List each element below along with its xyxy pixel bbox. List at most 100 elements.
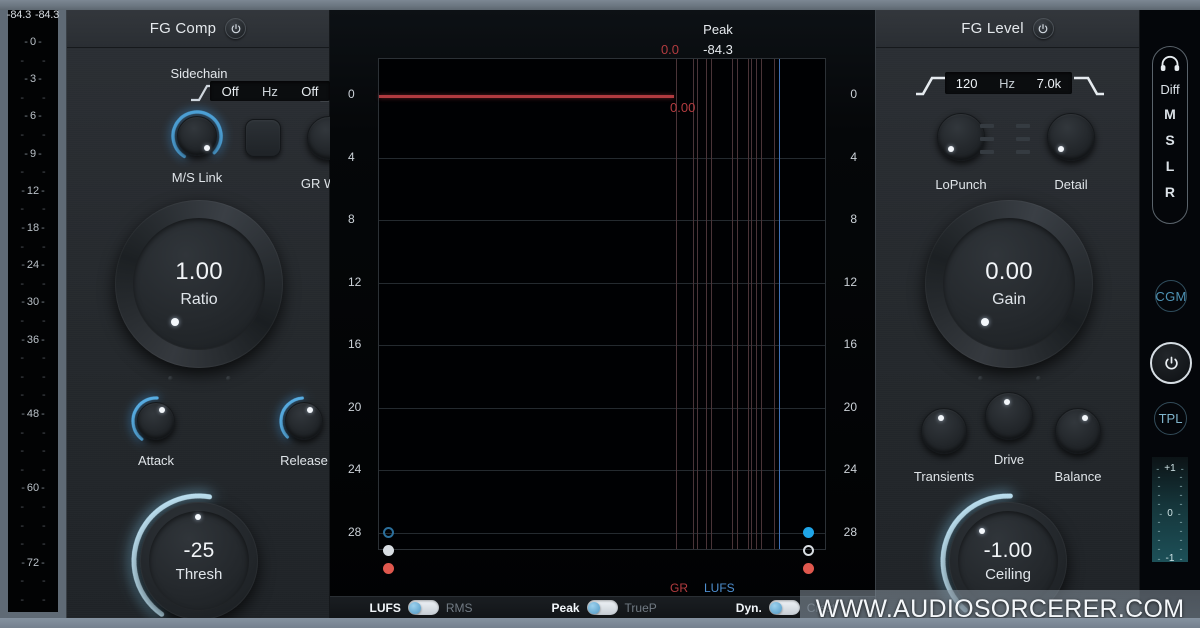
toggle-right-label[interactable]: RMS — [446, 601, 473, 615]
toggle-left-label[interactable]: LUFS — [370, 601, 401, 615]
ms-link-label: M/S Link — [171, 170, 223, 185]
mini-meter-tick: - -1- — [1157, 553, 1183, 564]
graph-footer-lufs-label[interactable]: LUFS — [704, 581, 735, 595]
monitor-mode-group: Diff M S L R — [1152, 46, 1188, 224]
toggle-switch[interactable] — [768, 600, 800, 615]
legend-dot-lufs-right[interactable] — [803, 527, 814, 538]
sidechain-readout[interactable]: Off Hz Off — [210, 81, 330, 101]
ratio-knob[interactable]: 1.00 Ratio — [115, 200, 283, 368]
ms-link-knob[interactable] — [177, 116, 217, 156]
eq-high-value[interactable]: 7.0k — [1037, 76, 1062, 91]
meter-tick: -24- — [21, 259, 45, 272]
ratio-label: Ratio — [180, 290, 218, 308]
eq-low-value[interactable]: 120 — [956, 76, 978, 91]
graph-y-tick: 20 — [843, 399, 857, 414]
legend-dot-lufs-left[interactable] — [383, 527, 394, 538]
meter-tick: -- — [20, 203, 46, 216]
headphone-icon[interactable] — [1160, 55, 1180, 72]
graph-y-tick: 12 — [843, 274, 857, 289]
legend-dot-peak-right[interactable] — [803, 545, 814, 556]
fg-level-power-button[interactable] — [1032, 18, 1054, 39]
meter-tick: -- — [20, 91, 46, 104]
meter-tick: -- — [20, 594, 46, 606]
meter-tick: -- — [20, 519, 46, 532]
detail-knob[interactable] — [1047, 113, 1095, 161]
graph-gridline — [379, 220, 825, 222]
input-meter-column: -0- - - -3- - - -6- - - -9- - - -12- - - -18- - - -24- - - -3… — [0, 9, 66, 618]
thresh-knob[interactable]: -25 Thresh — [140, 502, 258, 620]
meter-tick: -36- — [21, 333, 45, 346]
fg-level-title: FG Level — [961, 20, 1024, 37]
monitor-mode-diff[interactable]: Diff — [1160, 78, 1179, 102]
window-bottom-chrome — [0, 618, 1200, 628]
panel-screw — [978, 376, 983, 381]
fg-comp-panel: FG Comp Sidechain Off Hz Off M/S Link GR… — [66, 10, 357, 628]
cgm-button[interactable]: CGM — [1155, 280, 1187, 312]
legend-dot-gr-left[interactable] — [383, 563, 394, 574]
fg-comp-power-button[interactable] — [225, 18, 247, 39]
sidechain-listen-button[interactable] — [245, 119, 281, 157]
meter-tick: -- — [20, 538, 46, 551]
lopunch-label: LoPunch — [935, 177, 987, 192]
graph-y-tick: 16 — [348, 337, 362, 352]
monitor-mode-s[interactable]: S — [1165, 128, 1174, 154]
transients-pointer — [938, 415, 944, 421]
attack-control: Attack — [96, 394, 216, 468]
release-knob[interactable] — [285, 402, 323, 440]
attack-knob[interactable] — [137, 402, 175, 440]
meter-tick: -0- — [24, 36, 42, 48]
meter-tick: -3- — [24, 73, 42, 86]
input-meter-scale: -0- - - -3- - - -6- - - -9- - - -12- - - -18- - - -24- - - -3… — [8, 10, 58, 612]
power-icon — [1164, 356, 1178, 370]
graph-plot-area[interactable] — [378, 58, 826, 550]
gain-knob[interactable]: 0.00 Gain — [925, 200, 1093, 368]
lopunch-knob[interactable] — [937, 113, 985, 161]
thresh-value: -25 — [183, 538, 215, 562]
graph-gr-readout: 0.0 — [660, 42, 680, 57]
toggle-switch[interactable] — [407, 600, 439, 615]
monitor-mode-m[interactable]: M — [1164, 102, 1176, 128]
monitor-mode-l[interactable]: L — [1166, 154, 1175, 180]
sidechain-low-value[interactable]: Off — [222, 84, 239, 99]
toggle-switch[interactable] — [586, 600, 618, 615]
monitor-mode-r[interactable]: R — [1165, 180, 1175, 206]
balance-knob[interactable] — [1055, 408, 1101, 454]
attack-label: Attack — [137, 453, 175, 468]
gain-label: Gain — [992, 290, 1026, 308]
meter-tick: -- — [20, 501, 46, 513]
meter-tick: -- — [20, 463, 46, 476]
ceiling-label: Ceiling — [985, 565, 1031, 583]
meter-tick: -6- — [24, 110, 42, 123]
gr-history-bar — [711, 59, 733, 549]
sidechain-high-value[interactable]: Off — [301, 84, 318, 99]
toggle-right-label[interactable]: TrueP — [625, 601, 657, 615]
graph-gridline — [379, 407, 825, 409]
graph-footer-gr-label[interactable]: GR — [670, 581, 688, 595]
fg-comp-title: FG Comp — [149, 20, 217, 37]
gain-value: 0.00 — [985, 257, 1033, 285]
meter-toggle: Peak TrueP — [552, 600, 657, 615]
legend-dot-peak-left[interactable] — [383, 545, 394, 556]
led-indicator — [980, 124, 994, 128]
meter-toggle: LUFS RMS — [370, 600, 473, 615]
toggle-left-label[interactable]: Dyn. — [736, 601, 762, 615]
meter-tick: -60- — [21, 482, 45, 495]
graph-y-tick: 4 — [348, 149, 355, 164]
tpl-button[interactable]: TPL — [1154, 402, 1187, 435]
master-power-button[interactable] — [1150, 342, 1192, 384]
release-pointer — [307, 407, 313, 413]
panel-screw — [226, 376, 231, 381]
meter-tick: -48- — [21, 408, 45, 420]
fg-comp-header: FG Comp — [67, 10, 329, 48]
graph-y-tick: 20 — [348, 399, 362, 414]
toggle-left-label[interactable]: Peak — [552, 601, 580, 615]
thresh-pointer — [195, 514, 201, 520]
eq-readout[interactable]: 120 Hz 7.0k — [945, 72, 1072, 94]
balance-pointer — [1082, 415, 1088, 421]
meter-tick: -- — [20, 445, 46, 458]
meter-tick: -- — [20, 54, 46, 67]
legend-dot-gr-right[interactable] — [803, 563, 814, 574]
ms-link-control: M/S Link — [164, 110, 230, 185]
meter-tick: -12- — [21, 184, 45, 197]
sidechain-unit: Hz — [262, 83, 278, 99]
